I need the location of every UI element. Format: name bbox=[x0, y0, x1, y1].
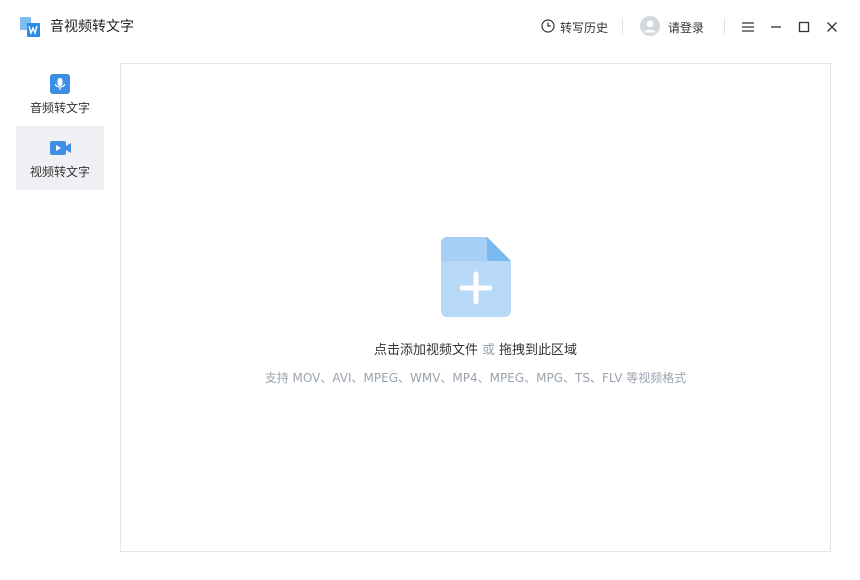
login-label: 请登录 bbox=[668, 20, 705, 35]
header-divider bbox=[724, 18, 725, 34]
login-button[interactable]: 请登录 bbox=[640, 15, 704, 39]
drop-instruction-or: 或 bbox=[481, 343, 495, 358]
sidebar-item-audio-to-text[interactable]: 音频转文字 bbox=[16, 62, 104, 126]
menu-icon bbox=[741, 18, 755, 37]
avatar-icon bbox=[640, 15, 660, 39]
add-file-icon[interactable] bbox=[441, 237, 511, 317]
maximize-button[interactable] bbox=[794, 17, 814, 37]
sidebar-item-label: 视频转文字 bbox=[29, 165, 90, 179]
clock-icon bbox=[541, 18, 555, 36]
menu-button[interactable] bbox=[738, 17, 758, 37]
header-divider bbox=[622, 18, 623, 34]
drop-instruction-click: 点击添加视频文件 bbox=[373, 343, 478, 358]
video-camera-icon bbox=[50, 138, 71, 158]
title-bar: 音视频转文字 转写历史 请登录 bbox=[0, 0, 860, 54]
history-label: 转写历史 bbox=[560, 20, 609, 35]
minimize-icon bbox=[770, 18, 782, 37]
microphone-icon bbox=[50, 74, 70, 94]
app-logo-icon bbox=[19, 16, 41, 38]
maximize-icon bbox=[798, 18, 810, 37]
sidebar-item-label: 音频转文字 bbox=[29, 101, 90, 115]
file-drop-zone[interactable]: 点击添加视频文件或拖拽到此区域 支持 MOV、AVI、MPEG、WMV、MP4、… bbox=[120, 63, 831, 552]
minimize-button[interactable] bbox=[766, 17, 786, 37]
sidebar-item-video-to-text[interactable]: 视频转文字 bbox=[16, 126, 104, 190]
sidebar: 音频转文字 视频转文字 bbox=[16, 62, 104, 190]
history-button[interactable]: 转写历史 bbox=[541, 16, 608, 38]
close-button[interactable] bbox=[822, 17, 842, 37]
supported-formats-text: 支持 MOV、AVI、MPEG、WMV、MP4、MPEG、MPG、TS、FLV … bbox=[264, 371, 687, 385]
app-title: 音视频转文字 bbox=[50, 19, 134, 35]
drop-instruction-drag: 拖拽到此区域 bbox=[499, 343, 578, 358]
drop-instruction: 点击添加视频文件或拖拽到此区域 bbox=[121, 342, 830, 360]
close-icon bbox=[826, 18, 838, 37]
